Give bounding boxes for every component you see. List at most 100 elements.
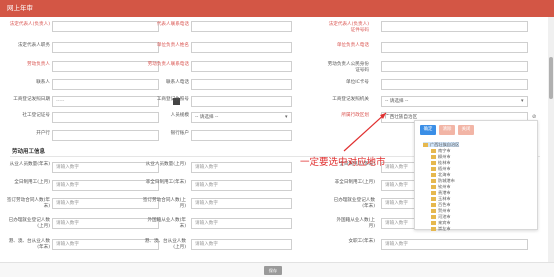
form-field-input[interactable]: [191, 42, 292, 53]
region-picker-panel[interactable]: 确定 清除 关闭 广西壮族自治区 南宁市 柳州市 桂林市 梧州市 北海市 防城港市 钦州市 贵港…: [414, 120, 538, 231]
field-label: 劳动负责人: [27, 62, 50, 67]
tree-city-item[interactable]: 崇左市: [431, 226, 451, 231]
tree-city-item[interactable]: 百色市: [431, 202, 451, 207]
tree-city-label: 桂林市: [438, 160, 451, 165]
tree-city-item[interactable]: 防城港市: [431, 178, 455, 183]
field-label: 法定代表人(负责人)证件号码: [328, 22, 369, 33]
folder-icon: [431, 173, 436, 177]
tree-city-label: 贺州市: [438, 208, 451, 213]
form-field-input[interactable]: [191, 79, 292, 90]
labor-number-input[interactable]: 请输入数字: [191, 198, 292, 209]
field-label: 工商登记发照日期: [13, 97, 50, 102]
folder-icon: [431, 155, 436, 159]
clear-button[interactable]: 清除: [439, 125, 455, 135]
tree-city-item[interactable]: 柳州市: [431, 154, 451, 159]
field-label: 开户行: [36, 131, 50, 136]
select-dropdown[interactable]: -- 请选择 --: [381, 96, 528, 107]
folder-icon: [431, 191, 436, 195]
labor-number-input[interactable]: 请输入数字: [191, 162, 292, 173]
folder-icon: [431, 227, 436, 231]
form-field-input[interactable]: [191, 130, 292, 141]
chevron-down-icon: ▾: [285, 114, 288, 120]
labor-field-label: 外国籍从业人数(上月): [336, 218, 375, 229]
folder-icon: [431, 209, 436, 213]
tree-city-item[interactable]: 北海市: [431, 172, 451, 177]
form-field-input[interactable]: [52, 130, 159, 141]
labor-field-label: 港、澳、台从业人数(上月): [144, 239, 186, 250]
folder-icon: [431, 185, 436, 189]
form-field-input[interactable]: [52, 21, 159, 32]
window-title: 网上年审: [0, 0, 554, 17]
form-field-input[interactable]: [381, 42, 528, 53]
labor-field-label: 已办理就业登记人数(上月): [8, 218, 50, 229]
tree-city-label: 河池市: [438, 214, 451, 219]
labor-field-label: 从业人员数量(上月): [145, 162, 186, 167]
tree-city-item[interactable]: 钦州市: [431, 184, 451, 189]
labor-number-input[interactable]: 请输入数字: [381, 239, 528, 250]
vertical-scrollbar[interactable]: [548, 17, 554, 263]
form-field-input[interactable]: [52, 79, 159, 90]
tree-city-item[interactable]: 贺州市: [431, 208, 451, 213]
footer-bar: 保存: [0, 262, 554, 277]
field-label: 法定代表人(负责人): [9, 22, 50, 27]
tree-city-item[interactable]: 贵港市: [431, 190, 451, 195]
tree-city-item[interactable]: 来宾市: [431, 220, 451, 225]
folder-icon: [431, 203, 436, 207]
form-field-input[interactable]: [191, 21, 292, 32]
labor-field-label: 女职工(年末): [348, 239, 375, 244]
form-field-input[interactable]: -----: [52, 96, 159, 107]
form-field-input[interactable]: [381, 61, 528, 72]
labor-number-input[interactable]: 请输入数字: [191, 218, 292, 229]
folder-icon: [431, 167, 436, 171]
form-field-input[interactable]: [381, 79, 528, 90]
tree-root-item[interactable]: 广西壮族自治区: [423, 142, 460, 147]
labor-field-label: 非全日制用工(年末): [145, 180, 186, 185]
annotation-arrow-icon: [343, 112, 387, 152]
labor-field-label: 从业人员数量(年末): [9, 162, 50, 167]
folder-icon: [423, 143, 428, 147]
form-field-input[interactable]: [52, 112, 159, 123]
form-field-input[interactable]: [191, 96, 292, 107]
field-label: 单位负责人姓名: [156, 43, 189, 48]
tree-city-item[interactable]: 南宁市: [431, 148, 451, 153]
tree-city-item[interactable]: 梧州市: [431, 166, 451, 171]
scrollbar-thumb[interactable]: [549, 57, 553, 99]
field-label: 联系人: [36, 80, 50, 85]
field-label: 单位负责人电话: [336, 43, 369, 48]
field-label: 法定代表人职务: [17, 43, 50, 48]
tree-city-item[interactable]: 玉林市: [431, 196, 451, 201]
field-label: 劳动负责人联系电话: [147, 62, 189, 67]
field-label: 银行账户: [170, 131, 189, 136]
tree-city-item[interactable]: 桂林市: [431, 160, 451, 165]
form-field-input[interactable]: [52, 61, 159, 72]
form-field-input[interactable]: [381, 21, 528, 32]
field-label: 工商登记执照号: [156, 97, 189, 102]
tree-city-label: 来宾市: [438, 220, 451, 225]
form-field-input[interactable]: [191, 61, 292, 72]
tree-city-label: 北海市: [438, 172, 451, 177]
folder-icon: [431, 221, 436, 225]
close-button[interactable]: 关闭: [458, 125, 474, 135]
field-label: 代表人联系电话: [156, 22, 189, 27]
labor-field-label: 全日制用工(上月): [14, 180, 50, 185]
labor-field-label: 已办理就业登记人数(年末): [333, 198, 375, 209]
confirm-button[interactable]: 确定: [420, 125, 436, 135]
folder-icon: [431, 197, 436, 201]
tree-city-item[interactable]: 河池市: [431, 214, 451, 219]
folder-icon: [431, 161, 436, 165]
field-label: 单位IC卡号: [346, 80, 369, 85]
labor-field-label: 港、澳、台从业人数(年末): [8, 239, 50, 250]
select-dropdown[interactable]: -- 请选择 --: [191, 112, 292, 123]
form-field-input[interactable]: [52, 42, 159, 53]
tree-city-label: 南宁市: [438, 148, 451, 153]
annotation-text: 一定要选中对应地市: [300, 157, 386, 168]
labor-number-input[interactable]: 请输入数字: [191, 239, 292, 250]
labor-field-label: 签订劳动合同人数(上月): [142, 198, 186, 209]
field-label: 劳动负责人公民身份证号码: [327, 62, 369, 73]
save-button[interactable]: 保存: [264, 266, 282, 275]
chevron-down-icon: ▾: [521, 98, 524, 104]
labor-field-label: 非全日制用工(上月): [334, 180, 375, 185]
labor-number-input[interactable]: 请输入数字: [191, 180, 292, 191]
folder-icon: [431, 179, 436, 183]
labor-section-title: 劳动用工信息: [12, 149, 46, 155]
